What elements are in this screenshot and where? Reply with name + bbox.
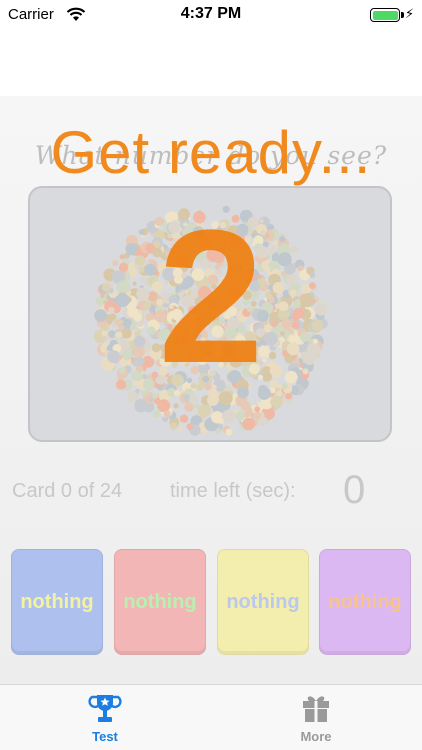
plate-dot bbox=[177, 427, 182, 432]
answer-button-3[interactable]: nothing bbox=[217, 549, 309, 655]
plate-dot bbox=[235, 411, 245, 421]
plate-dot bbox=[242, 417, 255, 431]
gift-icon bbox=[303, 696, 329, 722]
answer-button-2[interactable]: nothing bbox=[114, 549, 206, 655]
trophy-icon bbox=[88, 695, 122, 722]
info-row: Card 0 of 24 time left (sec): 0 bbox=[0, 468, 422, 516]
plate-dot bbox=[221, 409, 236, 423]
plate-dot bbox=[163, 410, 171, 418]
get-ready-overlay: Get ready... bbox=[50, 119, 372, 186]
time-left-label: time left (sec): bbox=[170, 480, 296, 502]
battery-icon bbox=[370, 8, 404, 22]
tab-more-label: More bbox=[300, 729, 332, 744]
plate-dot bbox=[186, 423, 194, 430]
answer-button-1[interactable]: nothing bbox=[11, 549, 103, 655]
tab-bar: Test More bbox=[0, 684, 422, 750]
plate-dot bbox=[211, 411, 224, 424]
status-time: 4:37 PM bbox=[180, 5, 242, 22]
test-screen: What number do you see? 2 Get ready... C… bbox=[0, 96, 422, 684]
answer-button-4[interactable]: nothing bbox=[319, 549, 411, 655]
plate-dot bbox=[254, 406, 261, 413]
plate-dot bbox=[225, 428, 233, 436]
time-left-value: 0 bbox=[343, 468, 366, 512]
tab-test-label: Test bbox=[92, 729, 118, 744]
tab-more[interactable]: More bbox=[266, 691, 366, 744]
plate-dot bbox=[198, 404, 211, 418]
status-bar: Carrier 4:37 PM ⚡ bbox=[0, 0, 422, 30]
charging-icon: ⚡ bbox=[405, 6, 415, 21]
plate-dot bbox=[152, 410, 161, 418]
answer-buttons: nothing nothing nothing nothing bbox=[0, 549, 422, 657]
card-counter: Card 0 of 24 bbox=[12, 480, 123, 502]
tab-test[interactable]: Test bbox=[55, 691, 155, 744]
countdown-number: 2 bbox=[158, 191, 264, 403]
plate-dot bbox=[169, 422, 178, 430]
plate-dot bbox=[179, 414, 189, 423]
plate-dot bbox=[258, 416, 268, 427]
